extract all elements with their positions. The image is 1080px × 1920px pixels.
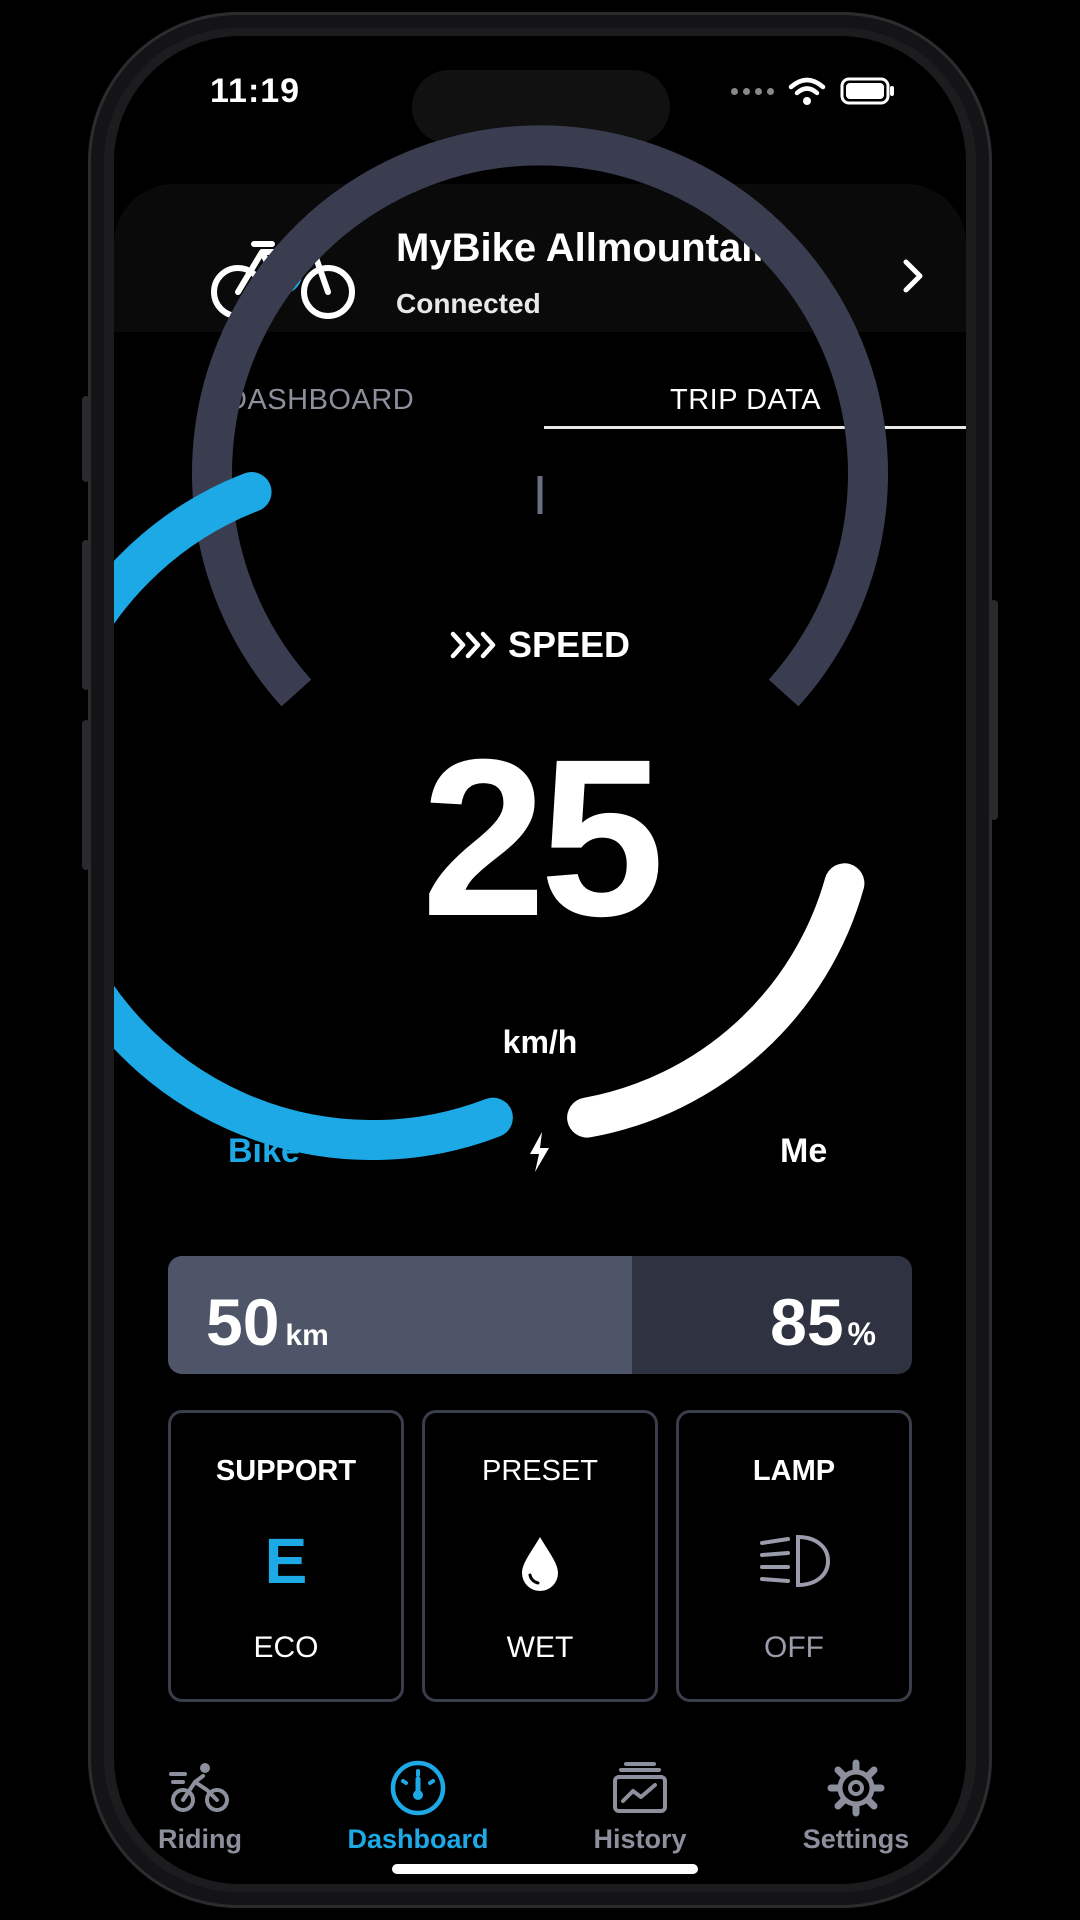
home-indicator[interactable] xyxy=(392,1864,698,1874)
nav-history-label: History xyxy=(593,1824,687,1854)
history-icon xyxy=(613,1762,667,1813)
action-button xyxy=(82,396,90,482)
preset-tile[interactable]: PRESET WET xyxy=(422,1410,658,1702)
speedometer-icon xyxy=(390,1760,446,1816)
range-distance-unit: km xyxy=(285,1319,329,1352)
support-title: SUPPORT xyxy=(215,1455,357,1487)
gauge-me-label: Me xyxy=(780,1132,828,1170)
preset-value: WET xyxy=(506,1631,574,1664)
speed-value: 25 xyxy=(421,713,664,963)
lamp-value: OFF xyxy=(764,1631,824,1664)
gauge-track xyxy=(192,125,888,707)
volume-up-button xyxy=(82,540,90,690)
battery-level-unit: % xyxy=(847,1316,876,1352)
support-tile[interactable]: SUPPORT E ECO xyxy=(168,1410,404,1702)
nav-riding[interactable]: Riding xyxy=(114,1758,300,1855)
range-distance: 50 km xyxy=(206,1284,329,1360)
speed-label: SPEED xyxy=(114,624,966,666)
nav-riding-label: Riding xyxy=(158,1824,242,1854)
riding-icon xyxy=(169,1763,229,1812)
speed-label-text: SPEED xyxy=(507,624,631,665)
nav-settings[interactable]: Settings xyxy=(756,1758,956,1855)
nav-dashboard[interactable]: Dashboard xyxy=(318,1758,518,1855)
battery-level-value: 85 xyxy=(770,1285,844,1359)
support-value: ECO xyxy=(253,1631,319,1664)
screen: 11:19 MyBike Allmountain Connected DASHB… xyxy=(114,36,966,1884)
support-mode-letter: E xyxy=(264,1525,308,1597)
preset-title: PRESET xyxy=(481,1455,599,1487)
range-distance-value: 50 xyxy=(206,1285,280,1359)
volume-down-button xyxy=(82,720,90,870)
headlight-icon xyxy=(760,1534,831,1588)
drop-icon xyxy=(522,1537,558,1591)
nav-settings-label: Settings xyxy=(802,1824,910,1854)
speed-unit: km/h xyxy=(502,1024,578,1060)
battery-level: 85% xyxy=(770,1284,876,1360)
nav-history[interactable]: History xyxy=(540,1758,740,1855)
lamp-tile[interactable]: LAMP OFF xyxy=(676,1410,912,1702)
power-button xyxy=(990,600,998,820)
gear-icon xyxy=(827,1759,885,1817)
nav-dashboard-label: Dashboard xyxy=(347,1824,489,1854)
range-battery-bar: 50 km 85% xyxy=(168,1256,912,1374)
gauge-bike-label: Bike xyxy=(228,1132,300,1170)
lightning-bolt-icon xyxy=(530,1132,549,1172)
lamp-title: LAMP xyxy=(752,1455,836,1487)
chevrons-right-icon xyxy=(450,631,496,659)
